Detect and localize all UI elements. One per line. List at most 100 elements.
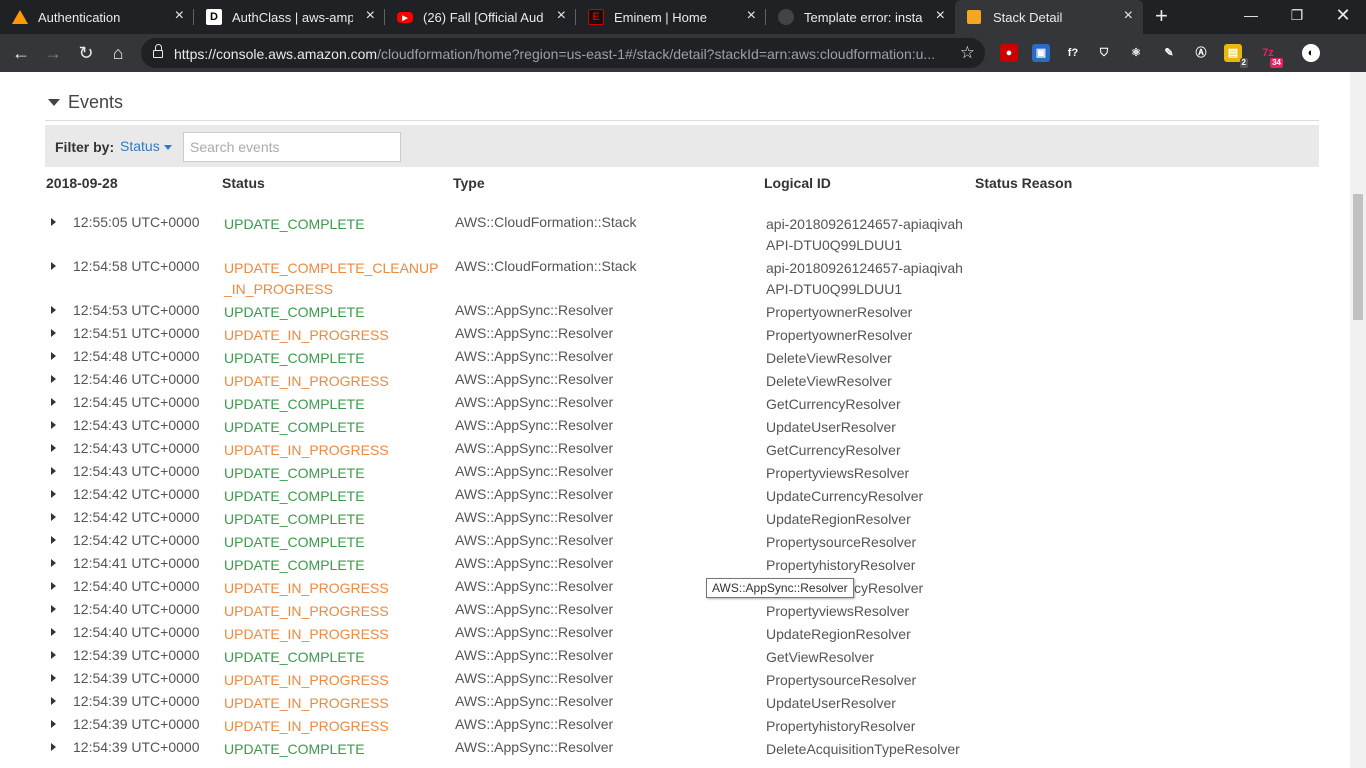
event-type: AWS::AppSync::Resolver	[455, 624, 614, 640]
event-time: 12:54:51 UTC+0000	[73, 325, 200, 341]
events-section-header[interactable]: Events	[48, 92, 123, 113]
event-status: UPDATE_IN_PROGRESS	[224, 626, 389, 642]
event-logical-id: GetCurrencyResolver	[766, 442, 901, 458]
tooltip: AWS::AppSync::Resolver	[706, 578, 854, 598]
react-icon[interactable]: ⚛	[1127, 44, 1145, 62]
event-status: UPDATE_COMPLETE	[224, 419, 365, 435]
profile-icon[interactable]: ◐	[1302, 44, 1320, 62]
column-header-logical-id[interactable]: Logical ID	[764, 175, 831, 191]
pen-icon[interactable]: ✎	[1160, 44, 1178, 62]
scrollbar-thumb[interactable]	[1353, 194, 1363, 320]
close-window-icon[interactable]: ✕	[1320, 0, 1366, 32]
search-events-input[interactable]	[183, 132, 401, 162]
event-status: UPDATE_COMPLETE	[224, 511, 365, 527]
expand-row-icon[interactable]	[51, 375, 56, 383]
browser-tab[interactable]: Authentication ×	[0, 0, 194, 34]
event-time: 12:54:43 UTC+0000	[73, 440, 200, 456]
event-logical-id: PropertyhistoryResolver	[766, 557, 916, 573]
address-bar[interactable]: https://console.aws.amazon.com/cloudform…	[141, 38, 985, 68]
event-status: UPDATE_IN_PROGRESS	[224, 695, 389, 711]
event-time: 12:54:46 UTC+0000	[73, 371, 200, 387]
shield-icon[interactable]: ⛉	[1095, 44, 1113, 62]
event-status: UPDATE_COMPLETE	[224, 557, 365, 573]
expand-row-icon[interactable]	[51, 444, 56, 452]
forward-icon[interactable]: →	[42, 42, 64, 64]
url-text[interactable]: https://console.aws.amazon.com/cloudform…	[174, 46, 944, 62]
expand-row-icon[interactable]	[51, 697, 56, 705]
close-tab-icon[interactable]: ×	[366, 8, 375, 24]
column-header-date[interactable]: 2018-09-28	[46, 175, 118, 191]
ublock-icon[interactable]: ●	[1000, 44, 1018, 62]
event-logical-id: PropertysourceResolver	[766, 534, 917, 550]
browser-tab[interactable]: ▶ (26) Fall [Official Audio] ×	[385, 0, 576, 34]
reader-icon[interactable]: ▣	[1032, 44, 1050, 62]
tab-title: Stack Detail	[993, 10, 1063, 25]
tab-title: Template error: instance	[804, 10, 923, 25]
minimize-icon[interactable]: —	[1228, 0, 1274, 32]
bookmark-star-icon[interactable]: ☆	[960, 43, 975, 63]
expand-row-icon[interactable]	[51, 306, 56, 314]
expand-row-icon[interactable]	[51, 513, 56, 521]
close-tab-icon[interactable]: ×	[1124, 8, 1133, 24]
browser-tab[interactable]: D AuthClass | aws-amplify ×	[194, 0, 385, 34]
back-icon[interactable]: ←	[10, 42, 32, 64]
maximize-icon[interactable]: ❐	[1274, 0, 1320, 32]
event-type: AWS::AppSync::Resolver	[455, 463, 614, 479]
event-logical-id: GetCurrencyResolver	[766, 396, 901, 412]
column-header-status-reason[interactable]: Status Reason	[975, 175, 1072, 191]
a-icon[interactable]: Ⓐ	[1192, 44, 1210, 62]
extension-badge: 2	[1239, 58, 1248, 68]
expand-row-icon[interactable]	[51, 490, 56, 498]
expand-row-icon[interactable]	[51, 674, 56, 682]
status-filter-label: Status	[120, 138, 160, 154]
column-header-status[interactable]: Status	[222, 175, 265, 191]
expand-row-icon[interactable]	[51, 582, 56, 590]
extension-glyph: ⚛	[1131, 47, 1141, 59]
close-tab-icon[interactable]: ×	[175, 8, 184, 24]
expand-row-icon[interactable]	[51, 605, 56, 613]
new-tab-button[interactable]: +	[1155, 5, 1168, 27]
tab-title: (26) Fall [Official Audio]	[423, 10, 544, 25]
event-time: 12:54:43 UTC+0000	[73, 463, 200, 479]
event-status: UPDATE_COMPLETE	[224, 465, 365, 481]
aws-box-icon	[967, 10, 981, 24]
browser-tab[interactable]: E Eminem | Home ×	[576, 0, 766, 34]
close-tab-icon[interactable]: ×	[936, 8, 945, 24]
status-filter-dropdown[interactable]: Status	[120, 138, 172, 154]
expand-row-icon[interactable]	[51, 218, 56, 226]
expand-row-icon[interactable]	[51, 398, 56, 406]
expand-row-icon[interactable]	[51, 421, 56, 429]
column-header-type[interactable]: Type	[453, 175, 485, 191]
event-status: UPDATE_IN_PROGRESS	[224, 603, 389, 619]
expand-row-icon[interactable]	[51, 467, 56, 475]
expand-row-icon[interactable]	[51, 651, 56, 659]
extension-glyph: ▤	[1227, 47, 1239, 59]
vertical-scrollbar[interactable]	[1350, 72, 1366, 768]
event-time: 12:54:43 UTC+0000	[73, 417, 200, 433]
close-tab-icon[interactable]: ×	[747, 8, 756, 24]
github-icon	[778, 9, 794, 25]
expand-row-icon[interactable]	[51, 743, 56, 751]
home-icon[interactable]: ⌂	[107, 42, 129, 64]
browser-tab[interactable]: Stack Detail ×	[955, 0, 1143, 34]
extension-glyph: ▣	[1035, 47, 1047, 59]
event-status: UPDATE_COMPLETE	[224, 350, 365, 366]
sevenz-icon[interactable]: 7z 34	[1259, 44, 1283, 68]
expand-row-icon[interactable]	[51, 720, 56, 728]
event-logical-id: UpdateUserResolver	[766, 419, 896, 435]
collapse-caret-icon[interactable]	[48, 99, 60, 106]
expand-row-icon[interactable]	[51, 262, 56, 270]
divider	[45, 120, 1319, 121]
expand-row-icon[interactable]	[51, 536, 56, 544]
expand-row-icon[interactable]	[51, 329, 56, 337]
sticky-icon[interactable]: ▤ 2	[1224, 44, 1248, 68]
formula-icon[interactable]: f?	[1064, 44, 1082, 62]
close-tab-icon[interactable]: ×	[557, 8, 566, 24]
browser-tab[interactable]: Template error: instance ×	[766, 0, 955, 34]
event-type: AWS::AppSync::Resolver	[455, 716, 614, 732]
extension-glyph: ◐	[1307, 47, 1315, 59]
expand-row-icon[interactable]	[51, 352, 56, 360]
expand-row-icon[interactable]	[51, 559, 56, 567]
expand-row-icon[interactable]	[51, 628, 56, 636]
reload-icon[interactable]: ↻	[75, 42, 97, 64]
